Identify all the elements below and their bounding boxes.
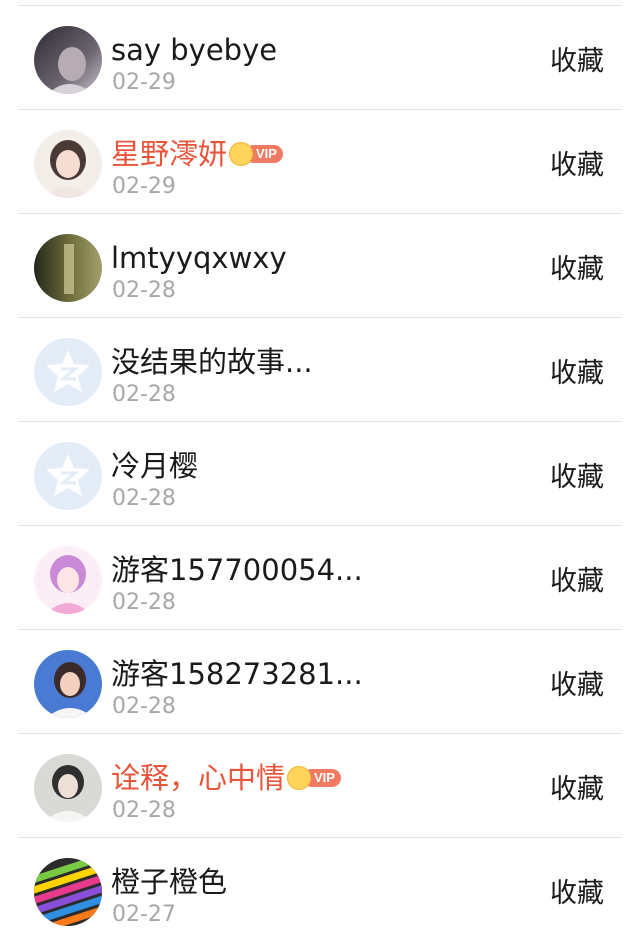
crown-icon	[229, 142, 254, 166]
date-label: 02-28	[112, 590, 176, 615]
avatar[interactable]	[34, 234, 102, 302]
user-name[interactable]: 橙子橙色	[111, 862, 227, 902]
user-name[interactable]: lmtyyqxwxy	[111, 238, 287, 278]
collect-button[interactable]: 收藏	[550, 42, 604, 82]
list-item[interactable]: 游客157700054... 02-28 收藏	[0, 526, 640, 630]
date-label: 02-29	[112, 70, 176, 95]
list-item[interactable]: 诠释，心中情 VIP 02-28 收藏	[0, 734, 640, 838]
avatar[interactable]	[34, 546, 102, 614]
list-item[interactable]: say byebye 02-29 收藏	[0, 6, 640, 110]
vip-badge: VIP	[287, 766, 341, 790]
avatar[interactable]	[34, 26, 102, 94]
collect-button[interactable]: 收藏	[550, 666, 604, 706]
date-label: 02-27	[112, 902, 176, 927]
list-item[interactable]: 橙子橙色 02-27 收藏	[0, 838, 640, 942]
user-name[interactable]: 诠释，心中情	[111, 758, 285, 798]
user-name[interactable]: say byebye	[111, 30, 277, 70]
date-label: 02-28	[112, 798, 176, 823]
avatar[interactable]	[34, 858, 102, 926]
user-name[interactable]: 游客158273281...	[111, 654, 363, 694]
user-name[interactable]: 游客157700054...	[111, 550, 363, 590]
date-label: 02-28	[112, 486, 176, 511]
list-item[interactable]: lmtyyqxwxy 02-28 收藏	[0, 214, 640, 318]
default-qzone-icon[interactable]	[34, 442, 102, 510]
collect-button[interactable]: 收藏	[550, 250, 604, 290]
date-label: 02-28	[112, 278, 176, 303]
date-label: 02-29	[112, 174, 176, 199]
collect-button[interactable]: 收藏	[550, 146, 604, 186]
date-label: 02-28	[112, 694, 176, 719]
user-name[interactable]: 星野澪妍	[111, 134, 227, 174]
user-name[interactable]: 没结果的故事...	[111, 342, 313, 382]
collect-button[interactable]: 收藏	[550, 354, 604, 394]
default-qzone-icon[interactable]	[34, 338, 102, 406]
list-item[interactable]: 星野澪妍 VIP 02-29 收藏	[0, 110, 640, 214]
list-item[interactable]: 冷月樱 02-28 收藏	[0, 422, 640, 526]
list-item[interactable]: 没结果的故事... 02-28 收藏	[0, 318, 640, 422]
collect-button[interactable]: 收藏	[550, 562, 604, 602]
list-item[interactable]: 游客158273281... 02-28 收藏	[0, 630, 640, 734]
avatar[interactable]	[34, 754, 102, 822]
date-label: 02-28	[112, 382, 176, 407]
collect-button[interactable]: 收藏	[550, 770, 604, 810]
avatar[interactable]	[34, 650, 102, 718]
vip-badge: VIP	[229, 142, 283, 166]
crown-icon	[287, 766, 312, 790]
collect-button[interactable]: 收藏	[550, 874, 604, 914]
avatar[interactable]	[34, 130, 102, 198]
user-name[interactable]: 冷月樱	[111, 446, 198, 486]
collect-button[interactable]: 收藏	[550, 458, 604, 498]
